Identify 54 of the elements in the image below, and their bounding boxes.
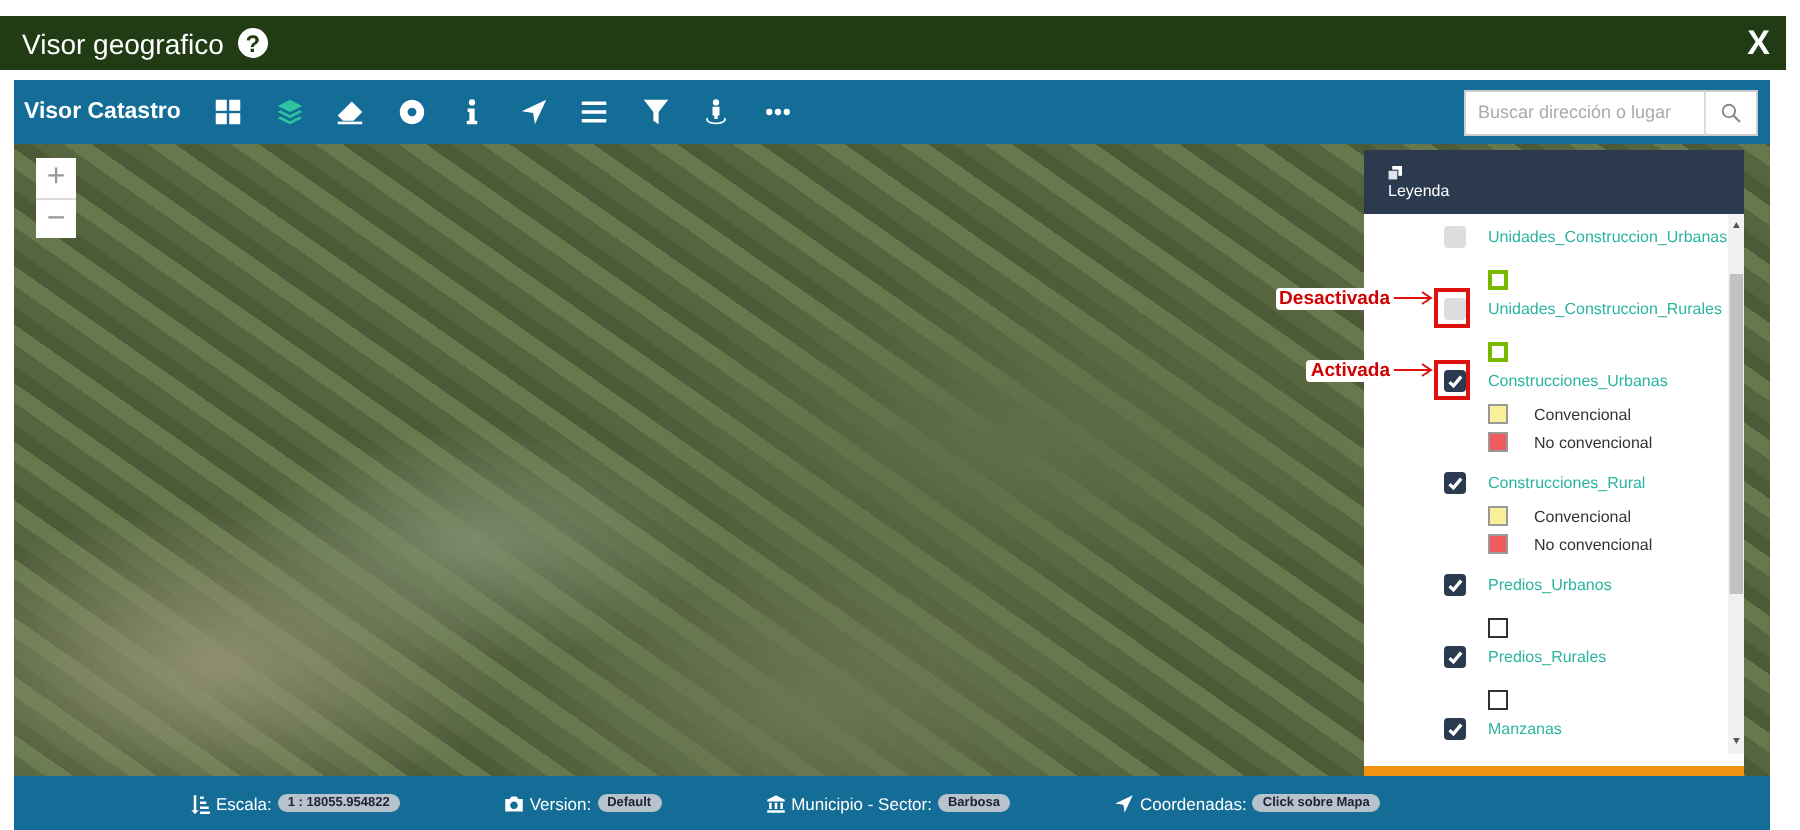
layer-checkbox[interactable] [1444,297,1466,319]
navigation-arrow-icon[interactable] [519,98,547,126]
person-pin-icon[interactable] [702,98,730,126]
bank-building-icon [765,793,786,813]
navigation-arrow-icon [1114,793,1134,813]
layer-checkbox[interactable] [1444,471,1466,493]
window-title: Visor geografico [22,27,224,59]
layer-checkbox[interactable] [1444,717,1466,739]
list-icon[interactable] [580,98,608,126]
viewer-title: Visor Catastro [24,100,183,124]
close-button[interactable]: X [1747,23,1770,63]
layer-name: Construcciones_Urbanas [1488,372,1668,390]
layer-checkbox[interactable] [1444,645,1466,667]
scrollbar[interactable] [1727,214,1744,754]
layer-name: Unidades_Construccion_Rurales [1488,300,1722,318]
target-icon[interactable] [397,98,425,126]
search-field[interactable]: Buscar dirección o lugar [1464,89,1704,135]
eraser-icon[interactable] [336,98,364,126]
annotation-label: Activada [1306,359,1394,381]
class-label: Convencional [1534,507,1631,525]
symbol-swatch [1488,270,1508,290]
status-label: Coordenadas: [1140,793,1247,813]
filter-icon[interactable] [641,98,669,126]
layers-icon[interactable] [275,98,303,126]
layer-name: Manzanas [1488,720,1562,738]
symbol-swatch [1488,618,1508,638]
annotation-arrow [1394,290,1434,306]
annotation-arrow [1394,362,1434,378]
layer-name: Predios_Urbanos [1488,576,1612,594]
layer-name: Predios_Rurales [1488,648,1607,666]
highlight-frame [1434,359,1470,399]
ruler-sort-icon [190,793,210,813]
annotation-label: Desactivada [1275,287,1394,309]
search-icon [1720,101,1742,123]
layer-checkbox[interactable] [1444,573,1466,595]
status-label: Municipio - Sector: [791,793,932,813]
camera-icon [503,793,524,813]
symbol-swatch [1488,690,1508,710]
status-label: Escala: [216,793,272,813]
layers-icon [1388,165,1402,179]
layer-checkbox[interactable] [1444,369,1466,391]
symbol-swatch [1488,342,1508,362]
layer-name: Unidades_Construccion_Urbanas [1488,228,1728,246]
layer-name: Construcciones_Rural [1488,474,1646,492]
search-button[interactable] [1704,89,1758,135]
help-button[interactable]: ? [237,28,268,58]
status-label: Version: [529,793,592,813]
class-label: No convencional [1534,433,1653,451]
legend-title: Leyenda [1388,181,1452,199]
highlight-frame [1434,287,1470,327]
class-label: Convencional [1534,405,1631,423]
class-label: No convencional [1534,535,1653,553]
layer-checkbox[interactable] [1444,225,1466,247]
grid-icon[interactable] [214,98,242,126]
